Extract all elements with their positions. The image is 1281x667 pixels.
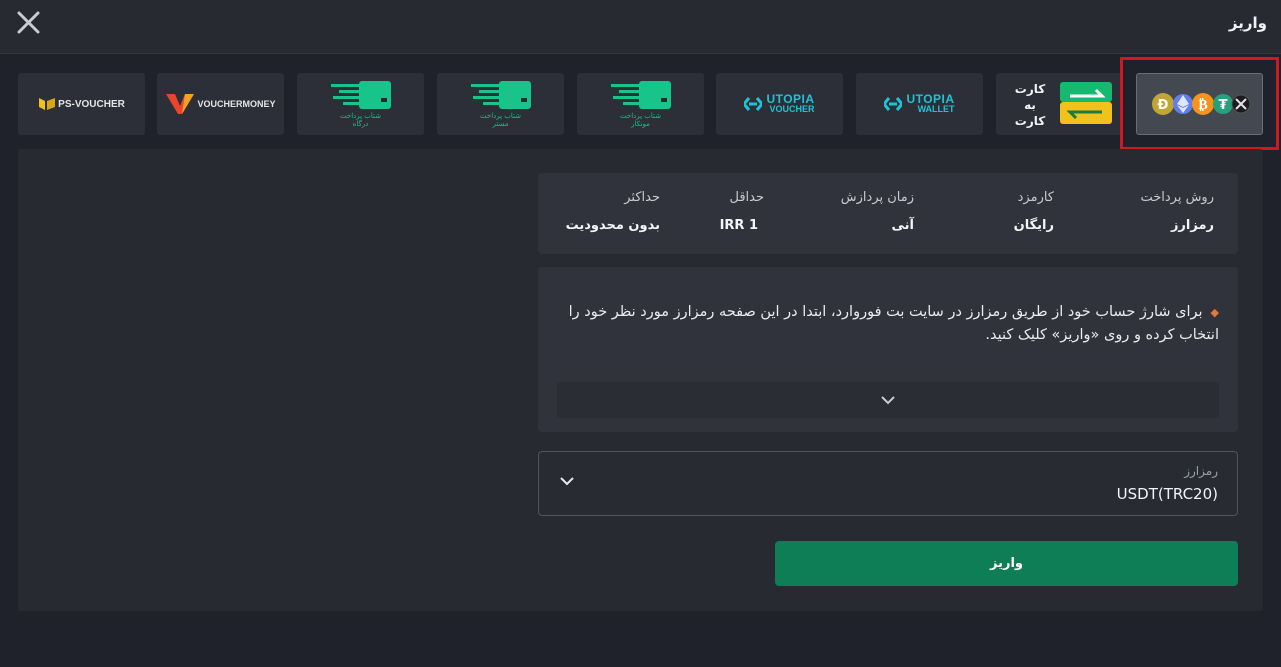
info-header: زمان پردازش [840,190,914,205]
notice-text: برای شارژ حساب خود از طریق رمزارز در سای… [568,304,1219,343]
info-value: IRR 1 [719,218,758,233]
deposit-submit-button[interactable]: واریز [775,541,1238,586]
method-tile-shetab-master[interactable]: شتاب پرداخت مستر [437,73,564,135]
shetab-monkar-label: شتاب پرداخت [620,112,661,120]
ps-voucher-logo-icon [39,98,56,110]
info-value: رایگان [1013,218,1054,233]
svg-text:₿: ₿ [1198,97,1207,113]
utopia-wallet-sublabel: WALLET [917,104,955,114]
svg-text:Ð: Ð [1157,98,1168,113]
utopia-wallet-label: UTOPIA [906,92,955,106]
modal-header: واریز [0,0,1281,54]
info-header: حداقل [729,190,764,205]
info-header: کارمزد [1017,190,1054,205]
svg-text:₮: ₮ [1218,98,1227,113]
shetab-wallet-icon [470,81,531,109]
chevron-down-icon[interactable] [559,476,575,486]
method-tile-utopia-wallet[interactable]: UTOPIA WALLET [856,73,983,135]
method-tile-shetab-dargah[interactable]: شتاب پرداخت درگاه [297,73,424,135]
close-button[interactable] [14,8,44,38]
close-icon[interactable] [14,8,44,38]
vouchermoney-label: VOUCHERMONEY [197,99,276,109]
deposit-notice: ◆برای شارژ حساب خود از طریق رمزارز در سا… [538,267,1238,432]
svg-text:کارت: کارت [1015,82,1045,96]
payment-info-table: روش پرداخت رمزارز کارمزد رایگان زمان پرد… [538,173,1238,254]
method-tile-shetab-monkar[interactable]: شتاب پرداخت مونکار [577,73,704,135]
shetab-wallet-icon [330,81,391,109]
utopia-logo-icon [884,97,903,111]
modal-title: واریز [1228,14,1267,32]
card-to-card-icon: کارت به کارت [1015,82,1112,128]
method-tile-card-to-card[interactable]: کارت به کارت [996,73,1123,135]
info-value: رمزارز [1170,218,1214,233]
shetab-dargah-label: شتاب پرداخت [340,112,381,120]
shetab-dargah-sublabel: درگاه [352,120,369,128]
method-tile-crypto[interactable]: Ð ₿ ₮ [1136,73,1263,135]
ps-voucher-label: PS-VOUCHER [58,98,125,110]
info-header: روش پرداخت [1140,190,1214,205]
method-tile-ps-voucher[interactable]: PS-VOUCHER [18,73,145,135]
utopia-logo-icon [744,97,763,111]
info-value: آنی [891,218,915,233]
shetab-monkar-sublabel: مونکار [631,120,650,128]
bullet-icon: ◆ [1210,306,1219,319]
utopia-voucher-sublabel: VOUCHER [769,104,815,114]
method-tile-vouchermoney[interactable]: VOUCHERMONEY [157,73,284,135]
svg-text:به: به [1024,98,1036,112]
shetab-master-sublabel: مستر [492,120,509,128]
currency-select-value: USDT(TRC20) [1116,485,1218,503]
svg-text:کارت: کارت [1015,114,1045,128]
vouchermoney-logo-icon [166,94,195,114]
shetab-wallet-icon [610,81,671,109]
shetab-master-label: شتاب پرداخت [480,112,521,120]
notice-text-wrapper: ◆برای شارژ حساب خود از طریق رمزارز در سا… [559,301,1219,346]
utopia-voucher-label: UTOPIA [766,92,815,106]
notice-expand-toggle[interactable] [557,382,1219,418]
currency-select-label: رمزارز [1184,464,1218,478]
info-value: بدون محدودیت [565,218,660,233]
method-tile-utopia-voucher[interactable]: UTOPIA VOUCHER [716,73,843,135]
info-header: حداکثر [624,190,660,205]
currency-select[interactable]: رمزارز USDT(TRC20) [538,451,1238,516]
crypto-coins-icon: Ð ₿ ₮ [1151,93,1250,115]
chevron-down-icon[interactable] [880,395,896,405]
